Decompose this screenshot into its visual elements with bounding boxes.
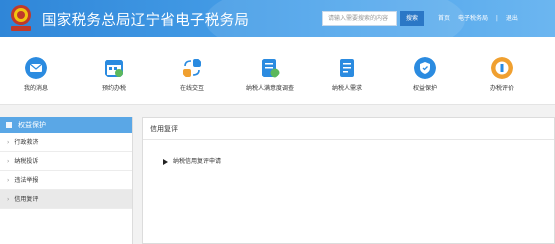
nav-label: 在线交互 <box>179 85 204 92</box>
nav-taxpayer-demand[interactable]: 纳税人需求 <box>317 57 377 92</box>
calendar-icon <box>105 60 123 77</box>
interaction-icon <box>183 59 201 77</box>
nav-tax-evaluation[interactable]: 办税评价 <box>472 57 532 92</box>
link-divider: | <box>495 15 498 22</box>
main-panel: 信用复评 纳税信用复评申请 <box>142 117 555 244</box>
nav-online-interaction[interactable]: 在线交互 <box>162 57 222 92</box>
search-input[interactable]: 请输入需要搜索的内容 <box>322 11 397 26</box>
etax-link[interactable]: 电子税务局 <box>458 15 488 22</box>
tree-item-label: 纳税信用复评申请 <box>173 158 222 165</box>
sidebar-header: 权益保护 <box>0 117 132 133</box>
top-links: 首页 电子税务局 | 退出 <box>438 13 524 22</box>
nav-label: 办税评价 <box>489 85 514 92</box>
sidebar-item-violation-report[interactable]: › 违法举报 <box>0 171 132 190</box>
nav-label: 预约办税 <box>101 85 126 92</box>
tax-emblem-icon <box>11 5 31 31</box>
chevron-right-icon: › <box>7 196 10 203</box>
sidebar-item-label: 信用复评 <box>14 196 39 203</box>
sidebar-item-label: 行政救济 <box>14 139 39 146</box>
sidebar-title: 权益保护 <box>18 121 46 129</box>
shield-icon <box>414 57 436 79</box>
demand-icon <box>340 59 354 77</box>
chevron-right-icon: › <box>7 139 10 146</box>
evaluation-icon <box>491 57 513 79</box>
survey-icon <box>262 59 280 78</box>
nav-label: 权益保护 <box>412 85 437 92</box>
logout-link[interactable]: 退出 <box>506 15 518 22</box>
home-link[interactable]: 首页 <box>438 15 450 22</box>
caret-right-icon <box>163 158 168 165</box>
sidebar: 权益保护 › 行政救济 › 纳税投诉 › 违法举报 › 信用复评 <box>0 117 133 244</box>
nav-satisfaction-survey[interactable]: 纳税人满意度调查 <box>240 57 300 92</box>
nav-rights-protection[interactable]: 权益保护 <box>395 57 455 92</box>
menu-square-icon <box>6 122 12 128</box>
sidebar-item-label: 纳税投诉 <box>14 158 39 165</box>
sidebar-item-admin-relief[interactable]: › 行政救济 <box>0 133 132 152</box>
tree-item-credit-review-application[interactable]: 纳税信用复评申请 <box>163 156 221 165</box>
nav-label: 纳税人需求 <box>331 85 362 92</box>
nav-my-messages[interactable]: 我的消息 <box>6 57 66 92</box>
message-icon <box>25 57 47 79</box>
icon-nav: 我的消息 预约办税 在线交互 纳税人满意度调查 纳税人需求 权益保护 办税评价 <box>0 37 555 105</box>
sidebar-item-credit-review[interactable]: › 信用复评 <box>0 190 132 209</box>
search-button[interactable]: 搜索 <box>400 11 424 26</box>
sidebar-item-tax-complaint[interactable]: › 纳税投诉 <box>0 152 132 171</box>
nav-label: 纳税人满意度调查 <box>245 85 294 92</box>
top-header: 国家税务总局辽宁省电子税务局 请输入需要搜索的内容 搜索 首页 电子税务局 | … <box>0 0 555 37</box>
nav-appointment[interactable]: 预约办税 <box>84 57 144 92</box>
site-title: 国家税务总局辽宁省电子税务局 <box>42 13 250 29</box>
chevron-right-icon: › <box>7 177 10 184</box>
nav-label: 我的消息 <box>23 85 48 92</box>
panel-title: 信用复评 <box>143 118 554 140</box>
sidebar-item-label: 违法举报 <box>14 177 39 184</box>
chevron-right-icon: › <box>7 158 10 165</box>
